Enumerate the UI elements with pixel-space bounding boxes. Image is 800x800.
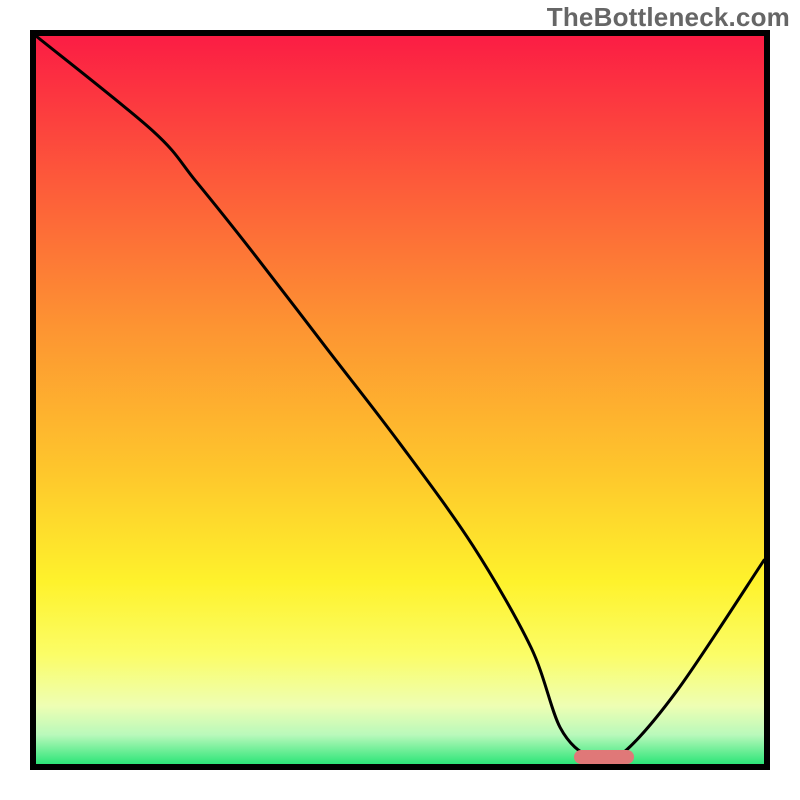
optimal-marker xyxy=(574,750,634,764)
chart-container: TheBottleneck.com xyxy=(0,0,800,800)
plot-area xyxy=(30,30,770,770)
bottleneck-curve xyxy=(36,36,764,764)
watermark-text: TheBottleneck.com xyxy=(547,2,790,33)
